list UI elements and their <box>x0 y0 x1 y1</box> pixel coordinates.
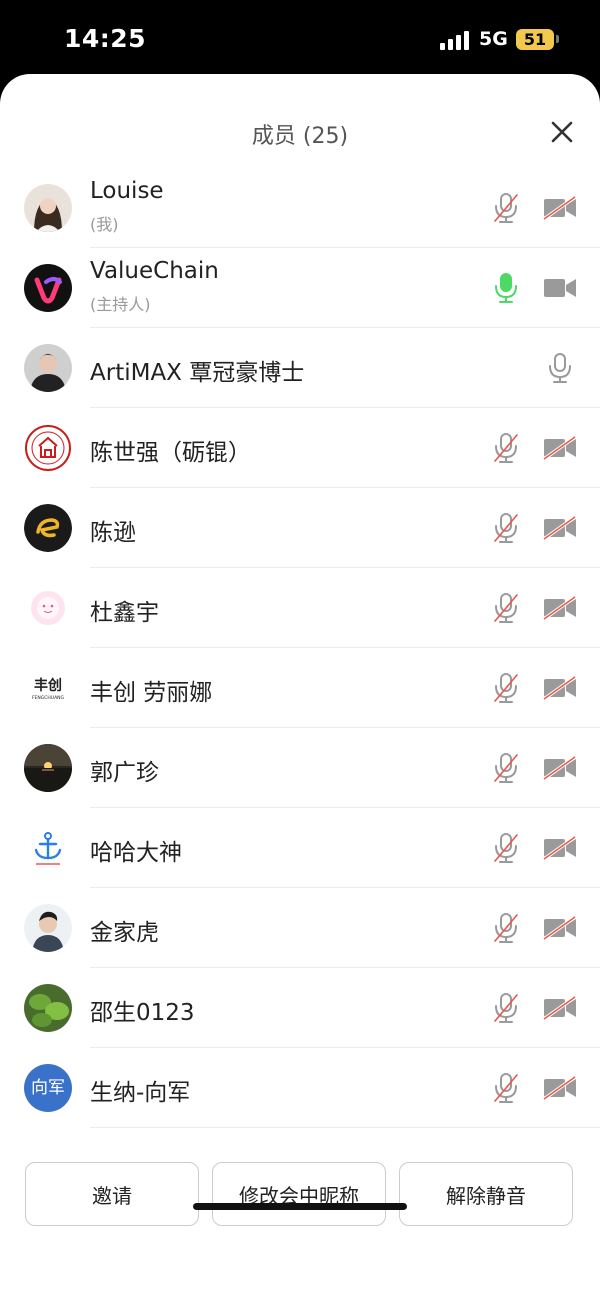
member-name: 郭广珍 <box>90 760 159 786</box>
mic-muted-icon[interactable] <box>492 432 520 464</box>
mic-muted-icon[interactable] <box>492 832 520 864</box>
camera-off-icon[interactable] <box>542 435 577 461</box>
member-name: 杜鑫宇 <box>90 600 159 626</box>
camera-off-icon[interactable] <box>542 1075 577 1101</box>
status-bar: 14:25 5G 51 <box>0 0 600 80</box>
member-name: 陈逊 <box>90 520 136 546</box>
status-time: 14:25 <box>64 24 147 53</box>
mic-muted-icon[interactable] <box>492 592 520 624</box>
camera-off-icon[interactable] <box>542 195 577 221</box>
avatar <box>24 184 72 232</box>
avatar: 丰创 FENGCHUANG <box>24 664 72 712</box>
member-row[interactable]: ArtiMAX 覃冠豪博士 <box>0 328 600 408</box>
member-row[interactable]: 向军 生纳-向军 <box>0 1048 600 1128</box>
mic-muted-icon[interactable] <box>492 192 520 224</box>
unmute-button[interactable]: 解除静音 <box>399 1162 573 1226</box>
camera-off-icon[interactable] <box>542 995 577 1021</box>
network-label: 5G <box>479 28 508 50</box>
avatar <box>24 584 72 632</box>
mic-muted-icon[interactable] <box>492 512 520 544</box>
svg-text:丰创: 丰创 <box>34 677 62 694</box>
member-name: 丰创 劳丽娜 <box>90 680 213 706</box>
member-row[interactable]: 哈哈大神 <box>0 808 600 888</box>
avatar <box>24 984 72 1032</box>
camera-off-icon[interactable] <box>542 835 577 861</box>
mic-muted-icon[interactable] <box>492 992 520 1024</box>
battery-icon: 51 <box>516 29 554 50</box>
camera-off-icon[interactable] <box>542 915 577 941</box>
member-name: 哈哈大神 <box>90 840 182 866</box>
invite-button[interactable]: 邀请 <box>25 1162 199 1226</box>
avatar <box>24 424 72 472</box>
mic-muted-icon[interactable] <box>492 912 520 944</box>
svg-text:FENGCHUANG: FENGCHUANG <box>32 695 65 701</box>
members-sheet: 成员 (25) Louise (我) ValueChain (主持人) ArtiMAX … <box>0 74 600 1298</box>
microphone-icon[interactable] <box>546 352 574 384</box>
battery-tip <box>556 35 559 43</box>
member-row[interactable]: 陈世强（砺锟） <box>0 408 600 488</box>
avatar <box>24 824 72 872</box>
member-name: 邵生0123 <box>90 1000 195 1026</box>
member-row[interactable]: 杜鑫宇 <box>0 568 600 648</box>
member-name: Louise <box>90 178 164 204</box>
member-row[interactable]: 邵生0123 <box>0 968 600 1048</box>
member-name: ValueChain <box>90 258 219 284</box>
member-name: 金家虎 <box>90 920 159 946</box>
camera-off-icon[interactable] <box>542 675 577 701</box>
avatar <box>24 904 72 952</box>
avatar <box>24 344 72 392</box>
member-role: (我) <box>90 215 119 234</box>
member-name: ArtiMAX 覃冠豪博士 <box>90 360 305 386</box>
mic-muted-icon[interactable] <box>492 1072 520 1104</box>
mic-muted-icon[interactable] <box>492 752 520 784</box>
camera-icon[interactable] <box>543 276 577 300</box>
member-name: 陈世强（砺锟） <box>90 440 251 466</box>
member-row[interactable]: 郭广珍 <box>0 728 600 808</box>
page-title: 成员 (25) <box>251 124 349 149</box>
home-indicator <box>193 1203 407 1210</box>
avatar <box>24 744 72 792</box>
close-icon[interactable] <box>548 118 576 146</box>
member-row[interactable]: 金家虎 <box>0 888 600 968</box>
camera-off-icon[interactable] <box>542 755 577 781</box>
row-divider <box>90 1127 600 1128</box>
camera-off-icon[interactable] <box>542 515 577 541</box>
rename-button[interactable]: 修改会中昵称 <box>212 1162 386 1226</box>
member-list[interactable]: Louise (我) ValueChain (主持人) ArtiMAX 覃冠豪博士 陈世强… <box>0 168 600 1146</box>
member-name: 生纳-向军 <box>90 1080 191 1106</box>
member-row[interactable]: Louise (我) <box>0 168 600 248</box>
mic-muted-icon[interactable] <box>492 672 520 704</box>
member-row[interactable]: 陈逊 <box>0 488 600 568</box>
member-row[interactable]: 丰创 FENGCHUANG 丰创 劳丽娜 <box>0 648 600 728</box>
avatar <box>24 264 72 312</box>
member-row[interactable]: ValueChain (主持人) <box>0 248 600 328</box>
avatar <box>24 504 72 552</box>
camera-off-icon[interactable] <box>542 595 577 621</box>
action-bar: 邀请 修改会中昵称 解除静音 <box>0 1146 600 1298</box>
microphone-icon[interactable] <box>492 272 520 304</box>
avatar: 向军 <box>24 1064 72 1112</box>
signal-icon <box>440 30 470 50</box>
member-role: (主持人) <box>90 295 151 314</box>
